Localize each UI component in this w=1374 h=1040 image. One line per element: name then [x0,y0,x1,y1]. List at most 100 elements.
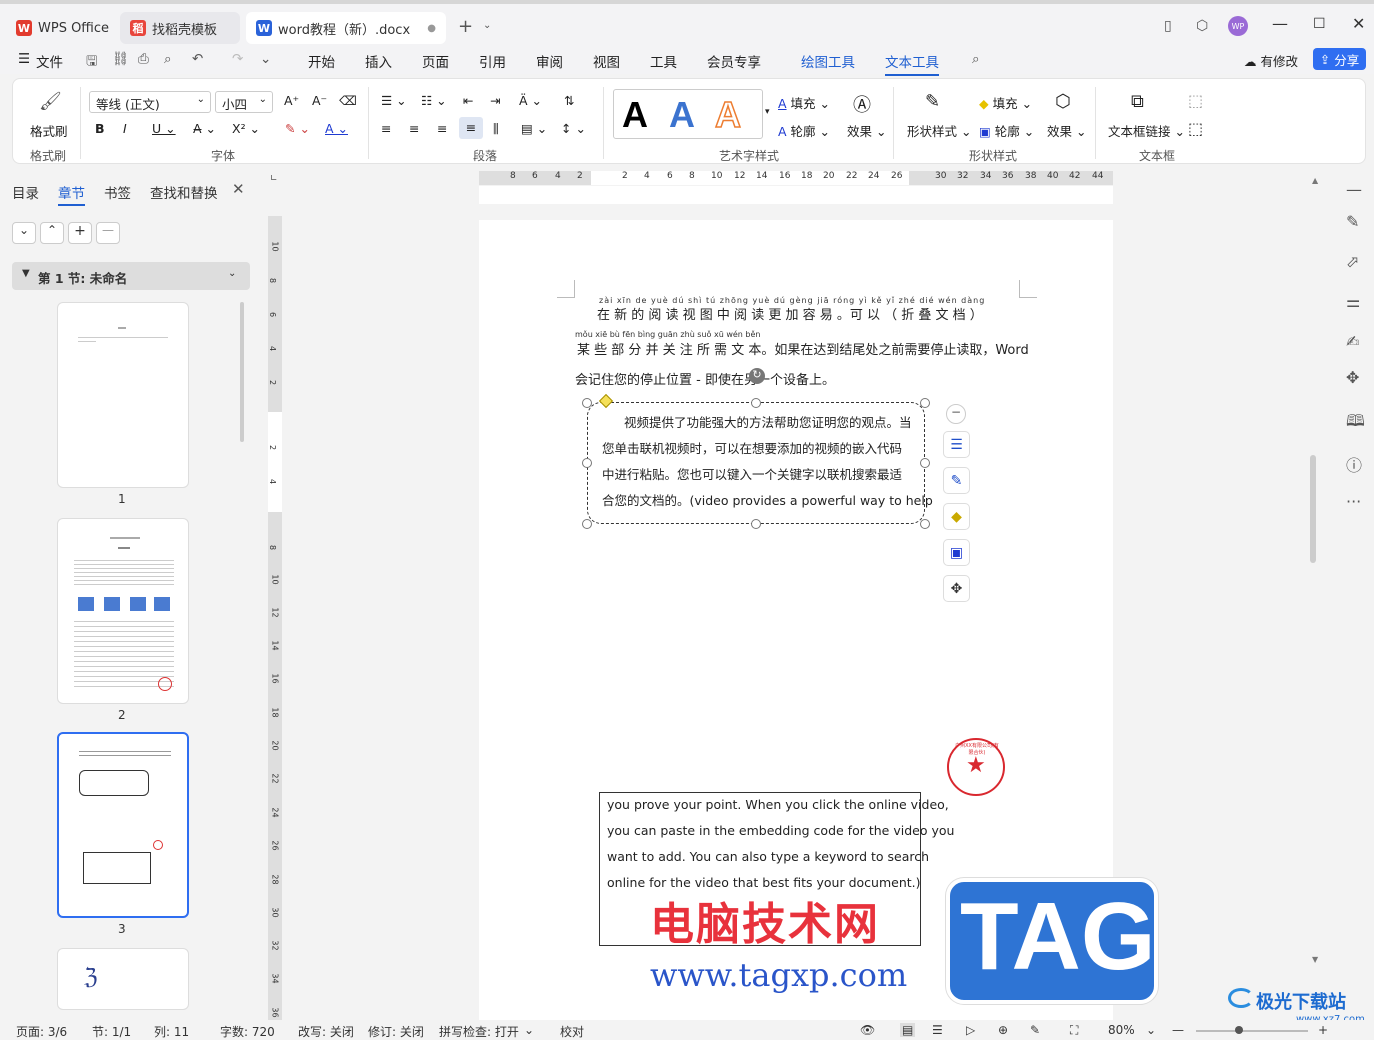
line-spacing-icon[interactable]: ↕ ⌄ [561,121,586,136]
shape-outline-button[interactable]: ▣ 轮廓 ⌄ [979,121,1034,140]
wrap-text-icon[interactable]: ☰ [943,431,970,458]
font-color-icon[interactable]: A ⌄ [325,121,348,136]
add-section-icon[interactable]: + [68,222,92,244]
status-words[interactable]: 字数: 720 [220,1023,275,1040]
link-icon[interactable]: ⛓ [112,51,129,67]
tab-bookmarks[interactable]: 书签 [104,182,131,202]
new-tab-icon[interactable]: + [458,16,473,37]
increase-indent-icon[interactable]: ⇥ [490,93,500,108]
resize-handle[interactable] [582,519,592,529]
menu-member[interactable]: 会员专享 [707,51,761,71]
pen-icon[interactable]: ✎ [1346,212,1359,231]
shape-fill-button[interactable]: ◆ 填充 ⌄ [979,93,1032,112]
scroll-up-icon[interactable]: ▲ [1312,176,1318,188]
preview-icon[interactable]: ⌕ [164,51,172,67]
settings-sliders-icon[interactable]: ⚌ [1346,292,1360,311]
gallery-more-icon[interactable]: ▾ [765,107,770,117]
art-outline-button[interactable]: A 轮廓 ⌄ [778,121,830,140]
chinese-layout-icon[interactable]: Ä ⌄ [519,93,542,108]
status-section[interactable]: 节: 1/1 [92,1023,131,1040]
cube-icon[interactable]: ⬡ [1196,18,1208,34]
menu-text-tools[interactable]: 文本工具 [885,51,939,76]
rotate-handle-icon[interactable]: ↻ [749,368,765,384]
art-style-blue[interactable]: A [669,94,695,136]
sign-icon[interactable]: ✍ [1346,332,1359,351]
justify-icon[interactable]: ≡ [459,117,483,139]
menu-reference[interactable]: 引用 [479,51,506,71]
scroll-down-icon[interactable]: ▼ [1312,955,1318,964]
menu-tools[interactable]: 工具 [650,51,677,71]
decrease-indent-icon[interactable]: ⇤ [463,93,473,108]
collapse-sidebar-icon[interactable]: — [1346,180,1362,199]
textbox-size-icon[interactable]: ⬚ [1188,119,1203,138]
menu-review[interactable]: 审阅 [536,51,563,71]
fill-float-icon[interactable]: ◆ [943,503,970,530]
art-style-gallery[interactable]: A A A [613,89,763,139]
status-column[interactable]: 列: 11 [154,1023,189,1040]
undo-icon[interactable]: ↶ [192,51,203,67]
menu-view[interactable]: 视图 [593,51,620,71]
shrink-font-icon[interactable]: A⁻ [312,93,327,108]
help-icon[interactable]: ⓘ [1346,452,1362,476]
chevron-down-icon[interactable]: ⌄ [12,222,36,244]
resize-handle[interactable] [920,519,930,529]
bullets-icon[interactable]: ☰ ⌄ [381,93,407,108]
scrollbar[interactable] [240,302,244,442]
textbox-icon[interactable]: ⬚ [1188,91,1203,110]
remove-section-icon[interactable]: — [96,222,120,244]
close-panel-icon[interactable]: ✕ [232,180,245,198]
tools-icon[interactable]: ✥ [1346,368,1359,387]
zoom-slider[interactable] [1196,1030,1308,1032]
format-painter-button[interactable]: 格式刷 [30,121,68,140]
zoom-slider-thumb[interactable] [1235,1026,1243,1034]
menu-start[interactable]: 开始 [308,51,335,71]
unsaved-dot-icon[interactable]: ● [427,23,436,34]
fit-page-icon[interactable]: ⛶ [1070,1023,1078,1038]
chevron-down-icon[interactable]: ⌄ [1146,1023,1156,1037]
page-thumbnail-3[interactable] [57,732,189,918]
menu-insert[interactable]: 插入 [365,51,392,71]
underline-icon[interactable]: U ⌄ [152,121,176,136]
page-thumbnail-1[interactable] [57,302,189,488]
art-fill-button[interactable]: A 填充 ⌄ [778,93,830,112]
pen-view-icon[interactable]: ✎ [1030,1023,1040,1037]
eye-icon[interactable]: 👁 [860,1023,875,1037]
chevron-down-icon[interactable]: ⌄ [524,1023,534,1037]
align-left-icon[interactable]: ≡ [381,121,391,136]
tab-list-chevron-icon[interactable]: ⌄ [483,20,491,31]
align-right-icon[interactable]: ≡ [437,121,447,136]
search-icon[interactable]: ⌕ [972,51,980,67]
page-thumbnail-2[interactable] [57,518,189,704]
align-center-icon[interactable]: ≡ [409,121,419,136]
resize-handle[interactable] [582,458,592,468]
minimize-icon[interactable]: — [1272,14,1288,33]
menu-drawing-tools[interactable]: 绘图工具 [801,51,855,71]
zoom-in-icon[interactable]: + [1318,1023,1328,1037]
tab-sections[interactable]: 章节 [58,182,85,206]
outline-view-icon[interactable]: ☰ [932,1023,943,1037]
resize-handle[interactable] [582,398,592,408]
hamburger-icon[interactable]: ☰ [18,51,30,67]
font-name-select[interactable]: 等线 (正文) ⌄ [89,91,211,113]
sort-icon[interactable]: ⇅ [564,93,574,108]
art-style-orange-outline[interactable]: A [714,93,742,136]
resize-handle[interactable] [751,519,761,529]
page-thumbnail-4[interactable]: ℨ [57,948,189,1010]
clear-format-icon[interactable]: ⌫ [339,93,357,108]
textbox-link-button[interactable]: 文本框链接 ⌄ [1108,121,1185,140]
distribute-icon[interactable]: ⫼ [493,121,499,137]
status-overtype[interactable]: 改写: 关闭 [298,1023,354,1040]
italic-icon[interactable]: I [123,121,127,136]
select-icon[interactable]: ⬀ [1346,252,1359,271]
tab-toc[interactable]: 目录 [12,182,39,202]
shape-effect-button[interactable]: 效果 ⌄ [1047,121,1086,140]
menu-file[interactable]: 文件 [36,51,63,71]
columns-icon[interactable]: ▤ ⌄ [521,121,547,136]
art-effect-button[interactable]: 效果 ⌄ [847,121,886,140]
resize-handle[interactable] [920,398,930,408]
vertical-ruler[interactable]: 10 8 6 4 2 2 4 8 10 12 14 16 18 20 22 24 26 28 30 32 34 36 [268,216,282,1020]
web-view-icon[interactable]: ⊕ [998,1023,1008,1037]
status-revision[interactable]: 修订: 关闭 [368,1023,424,1040]
text-box-selected[interactable]: 视频提供了功能强大的方法帮助您证明您的观点。当 您单击联机视频时，可以在想要添加… [587,402,933,524]
quick-access-chevron-icon[interactable]: ⌄ [260,51,271,67]
